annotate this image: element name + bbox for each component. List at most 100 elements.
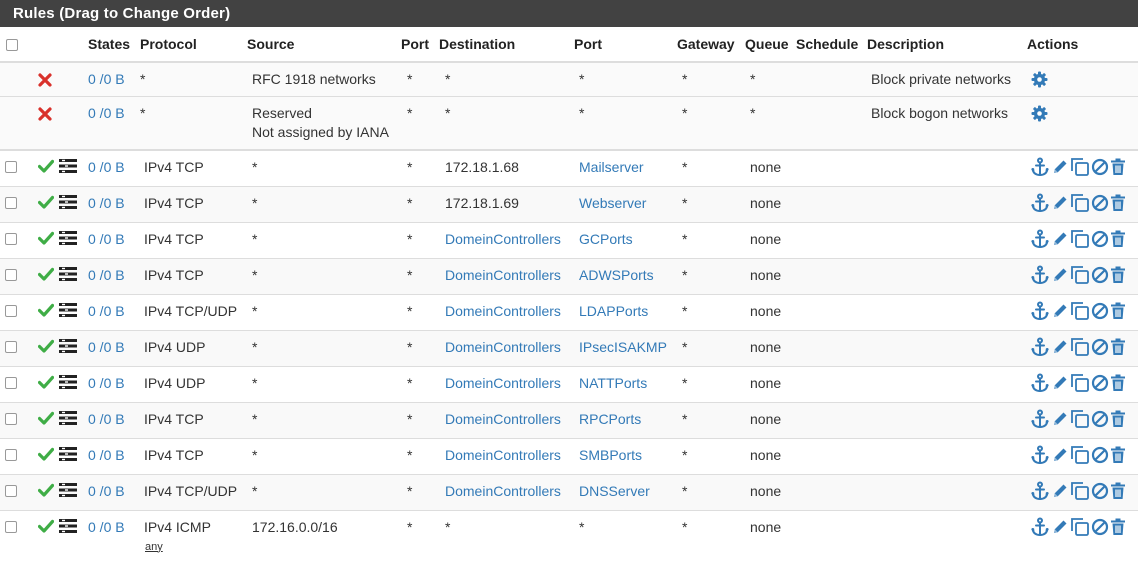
rule-checkbox[interactable] (5, 376, 17, 389)
rule-actions[interactable] (1027, 222, 1138, 259)
move-anchor-icon[interactable] (1030, 337, 1050, 357)
rule-select[interactable] (0, 222, 34, 259)
delete-trash-icon[interactable] (1110, 482, 1126, 500)
edit-pencil-icon[interactable] (1051, 410, 1069, 428)
pass-check-icon[interactable] (37, 375, 55, 392)
rule-row[interactable]: 0 /0 B IPv4 UDP * * DomeinControllers NATTPor… (0, 366, 1138, 403)
rule-select[interactable] (0, 474, 34, 511)
copy-icon[interactable] (1070, 481, 1090, 501)
edit-pencil-icon[interactable] (1051, 518, 1069, 536)
copy-icon[interactable] (1070, 445, 1090, 465)
rule-row[interactable]: 0 /0 B IPv4 TCP/UDP * * DomeinControllers DNS… (0, 474, 1138, 511)
rule-states[interactable]: 0 /0 B (88, 62, 140, 97)
copy-icon[interactable] (1070, 409, 1090, 429)
rule-checkbox[interactable] (5, 232, 17, 245)
rule-states[interactable]: 0 /0 B (88, 402, 140, 439)
edit-pencil-icon[interactable] (1051, 158, 1069, 176)
copy-icon[interactable] (1070, 157, 1090, 177)
rule-select[interactable] (0, 366, 34, 403)
pass-check-icon[interactable] (37, 483, 55, 500)
rule-actions[interactable] (1027, 150, 1138, 187)
rule-states[interactable]: 0 /0 B (88, 186, 140, 223)
pass-check-icon[interactable] (37, 267, 55, 284)
settings-gear-icon[interactable] (1031, 105, 1048, 125)
delete-trash-icon[interactable] (1110, 158, 1126, 176)
edit-pencil-icon[interactable] (1051, 482, 1069, 500)
alias-link[interactable]: DomeinControllers (445, 375, 561, 391)
states-link[interactable]: 0 /0 B (88, 519, 125, 535)
pass-check-icon[interactable] (37, 231, 55, 248)
rule-states[interactable]: 0 /0 B (88, 258, 140, 295)
select-all-checkbox[interactable] (6, 38, 18, 51)
move-anchor-icon[interactable] (1030, 157, 1050, 177)
disable-icon[interactable] (1091, 338, 1109, 356)
rule-actions[interactable] (1027, 366, 1138, 403)
rule-row[interactable]: 0 /0 B IPv4 TCP * * 172.18.1.69 Webserver * non… (0, 186, 1138, 223)
rule-select[interactable] (0, 510, 34, 554)
move-anchor-icon[interactable] (1030, 373, 1050, 393)
copy-icon[interactable] (1070, 337, 1090, 357)
port-alias-link[interactable]: ADWSPorts (579, 267, 654, 283)
move-anchor-icon[interactable] (1030, 229, 1050, 249)
rule-states[interactable]: 0 /0 B (88, 366, 140, 403)
port-alias-link[interactable]: SMBPorts (579, 447, 642, 463)
states-link[interactable]: 0 /0 B (88, 267, 125, 283)
states-link[interactable]: 0 /0 B (88, 71, 125, 87)
delete-trash-icon[interactable] (1110, 446, 1126, 464)
rule-actions[interactable] (1027, 186, 1138, 223)
pass-check-icon[interactable] (37, 519, 55, 536)
alias-link[interactable]: DomeinControllers (445, 303, 561, 319)
port-alias-link[interactable]: GCPorts (579, 231, 633, 247)
disable-icon[interactable] (1091, 482, 1109, 500)
copy-icon[interactable] (1070, 193, 1090, 213)
disable-icon[interactable] (1091, 158, 1109, 176)
port-alias-link[interactable]: Mailserver (579, 159, 644, 175)
alias-link[interactable]: DomeinControllers (445, 483, 561, 499)
rule-states[interactable]: 0 /0 B (88, 510, 140, 554)
edit-pencil-icon[interactable] (1051, 446, 1069, 464)
delete-trash-icon[interactable] (1110, 410, 1126, 428)
rule-states[interactable]: 0 /0 B (88, 438, 140, 475)
delete-trash-icon[interactable] (1110, 374, 1126, 392)
rule-states[interactable]: 0 /0 B (88, 474, 140, 511)
port-alias-link[interactable]: Webserver (579, 195, 646, 211)
states-link[interactable]: 0 /0 B (88, 447, 125, 463)
rule-actions[interactable] (1027, 258, 1138, 295)
move-anchor-icon[interactable] (1030, 265, 1050, 285)
rule-states[interactable]: 0 /0 B (88, 222, 140, 259)
edit-pencil-icon[interactable] (1051, 266, 1069, 284)
delete-trash-icon[interactable] (1110, 230, 1126, 248)
rule-actions[interactable] (1027, 294, 1138, 331)
move-anchor-icon[interactable] (1030, 481, 1050, 501)
rule-checkbox[interactable] (5, 412, 17, 425)
rule-select[interactable] (0, 330, 34, 367)
alias-link[interactable]: DomeinControllers (445, 231, 561, 247)
alias-link[interactable]: DomeinControllers (445, 267, 561, 283)
disable-icon[interactable] (1091, 374, 1109, 392)
delete-trash-icon[interactable] (1110, 194, 1126, 212)
states-link[interactable]: 0 /0 B (88, 483, 125, 499)
rule-actions[interactable] (1027, 330, 1138, 367)
port-alias-link[interactable]: DNSServer (579, 483, 650, 499)
disable-icon[interactable] (1091, 302, 1109, 320)
rule-actions[interactable] (1027, 510, 1138, 554)
pass-check-icon[interactable] (37, 411, 55, 428)
rule-row[interactable]: 0 /0 B IPv4 TCP * * DomeinControllers GCPorts… (0, 222, 1138, 259)
delete-trash-icon[interactable] (1110, 266, 1126, 284)
rule-row[interactable]: 0 /0 B IPv4 TCP * * DomeinControllers ADWSPor… (0, 258, 1138, 295)
disable-icon[interactable] (1091, 518, 1109, 536)
states-link[interactable]: 0 /0 B (88, 411, 125, 427)
rule-actions[interactable] (1027, 402, 1138, 439)
disable-icon[interactable] (1091, 446, 1109, 464)
rule-checkbox[interactable] (5, 161, 17, 173)
states-link[interactable]: 0 /0 B (88, 231, 125, 247)
delete-trash-icon[interactable] (1110, 518, 1126, 536)
rule-checkbox[interactable] (5, 520, 17, 533)
edit-pencil-icon[interactable] (1051, 230, 1069, 248)
states-link[interactable]: 0 /0 B (88, 159, 125, 175)
disable-icon[interactable] (1091, 266, 1109, 284)
move-anchor-icon[interactable] (1030, 301, 1050, 321)
disable-icon[interactable] (1091, 194, 1109, 212)
edit-pencil-icon[interactable] (1051, 338, 1069, 356)
move-anchor-icon[interactable] (1030, 445, 1050, 465)
